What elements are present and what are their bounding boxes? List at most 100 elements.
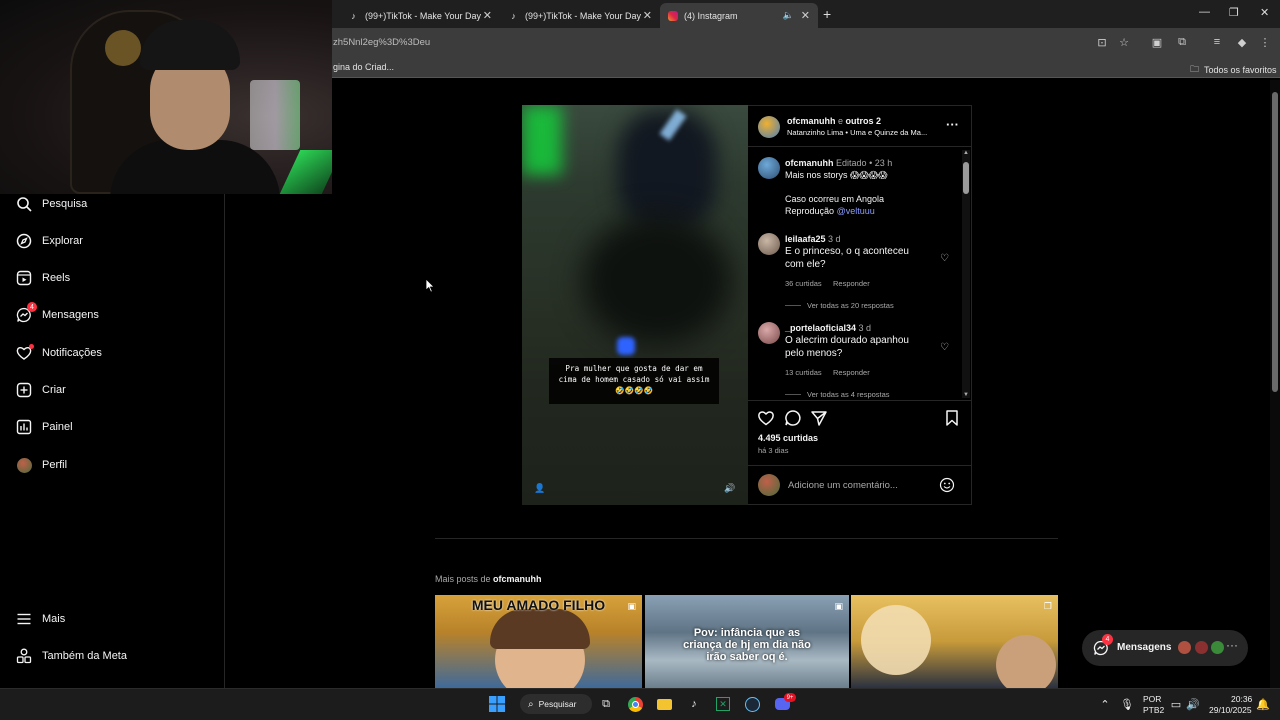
sidebar-item-also-from-meta[interactable]: Também da Meta [16,644,127,668]
likes-count[interactable]: 4.495 curtidas [758,433,818,443]
comment-like-heart-icon[interactable]: ♡ [940,253,949,264]
page-scrollbar[interactable] [1270,80,1280,688]
window-close-icon[interactable]: ✕ [1260,6,1269,19]
restore-icon[interactable]: ❐ [1229,6,1239,19]
excel-icon[interactable]: ✕ [715,696,731,712]
comment-reply-button[interactable]: Responder [833,279,870,288]
close-icon[interactable]: ✕ [801,9,810,22]
tiktok-icon[interactable]: ♪ [686,696,702,712]
messages-floating-button[interactable]: 4 Mensagens ··· [1082,630,1248,666]
more-posts-author[interactable]: ofcmanuhh [493,574,542,584]
more-options-icon[interactable]: ··· [946,117,959,132]
windows-start-icon[interactable] [489,696,505,712]
sidebar-item-messages[interactable]: 4 Mensagens [16,302,99,327]
like-heart-icon[interactable] [757,409,775,427]
more-post-thumbnail[interactable]: ❐ [851,595,1058,688]
close-icon[interactable]: ✕ [643,9,652,22]
media-icon[interactable]: ≡ [1210,35,1224,49]
contact-avatar [1211,641,1224,654]
comments-scrollbar-thumb[interactable] [963,162,969,194]
comment-user[interactable]: _portelaoficial34 [785,323,856,333]
new-tab-icon[interactable]: + [823,6,831,22]
clock-time[interactable]: 20:36 [1231,694,1252,704]
scroll-down-icon[interactable]: ▼ [963,392,969,398]
post-age: há 3 dias [758,446,789,455]
sidebar-item-more[interactable]: Mais [16,607,65,631]
caption-avatar[interactable] [758,157,780,179]
connector-text: e [838,116,844,126]
sidebar-item-reels[interactable]: Reels [16,266,70,290]
sidebar-item-explore[interactable]: Explorar [16,229,83,253]
minimize-icon[interactable]: — [1199,6,1210,18]
webcam-overlay [0,0,332,194]
sidebar-item-dashboard[interactable]: Painel [16,415,73,439]
browser-tab-1[interactable]: ♪ (99+)TikTok - Make Your Day ✕ [340,3,500,28]
view-replies-button[interactable]: Ver todas as 4 respostas [807,390,890,399]
chrome-icon[interactable] [627,696,643,712]
more-post-thumbnail[interactable]: MEU AMADO FILHO ▣ [435,595,642,688]
caption-author[interactable]: ofcmanuhh [785,158,834,168]
volume-icon[interactable]: 🔊 [1185,696,1201,712]
audio-track[interactable]: Natanzinho Lima • Uma e Quinze da Ma... [787,128,927,137]
taskbar-search[interactable]: ⌕ Pesquisar [520,694,592,714]
comment-likes[interactable]: 36 curtidas [785,279,822,288]
keyboard-layout[interactable]: PTB2 [1143,705,1164,715]
chevron-up-icon[interactable]: ⌃ [1097,696,1113,712]
all-bookmarks-label: Todos os favoritos [1204,65,1277,75]
post-video[interactable] [522,105,748,505]
bookmark-item[interactable]: gina do Criad... [333,62,394,72]
page-scrollbar-thumb[interactable] [1272,92,1278,392]
all-bookmarks[interactable]: 🗀 Todos os favoritos [1190,62,1277,78]
scroll-up-icon[interactable]: ▲ [963,150,969,156]
bookmark-save-icon[interactable] [943,409,961,427]
task-view-icon[interactable]: ⧉ [598,696,614,712]
sidebar-item-create[interactable]: Criar [16,378,66,402]
share-send-icon[interactable] [810,409,828,427]
comment-avatar[interactable] [758,322,780,344]
sidebar-item-notifications[interactable]: Notificações [16,341,102,365]
comments-scrollbar[interactable]: ▲ ▼ [962,150,970,398]
sidebar-item-label: Explorar [42,235,83,247]
puzzle-icon[interactable]: ⧉ [1175,35,1189,49]
kebab-menu-icon[interactable]: ⋮ [1258,35,1272,49]
mention-link[interactable]: @veltuuu [837,206,875,216]
microphone-icon[interactable]: 🎙 [1119,696,1135,712]
volume-icon[interactable]: 🔊 [724,482,736,494]
tagged-user-icon[interactable]: 👤 [534,482,546,494]
clock-date[interactable]: 29/10/2025 [1209,705,1252,715]
extension-icon[interactable]: ▣ [1150,35,1164,49]
profile-icon[interactable]: ◆ [1235,35,1249,49]
comment-like-heart-icon[interactable]: ♡ [940,342,949,353]
network-icon[interactable]: ▭ [1168,696,1184,712]
address-bar[interactable]: zh5Nnl2eg%3D%3Deu [333,37,430,48]
more-post-thumbnail[interactable]: Pov: infância que as criança de hj em di… [645,595,849,688]
comment-user[interactable]: leilaafa25 [785,234,826,244]
install-icon[interactable]: ⊡ [1095,35,1109,49]
browser-tab-2[interactable]: ♪ (99+)TikTok - Make Your Day ✕ [500,3,660,28]
sidebar-item-search[interactable]: Pesquisa [16,192,87,216]
thumbnail-title: MEU AMADO FILHO [471,597,606,613]
others-link[interactable]: outros 2 [846,116,882,126]
sidebar-item-profile[interactable]: Perfil [16,453,67,477]
star-icon[interactable]: ☆ [1117,35,1131,49]
view-replies-button[interactable]: Ver todas as 20 respostas [807,301,894,310]
browser-tab-3[interactable]: (4) Instagram 🔈 ✕ [660,3,818,28]
comment-text-line: pelo menos? [785,348,843,359]
header-avatar[interactable] [758,116,780,138]
comment-likes[interactable]: 13 curtidas [785,368,822,377]
messenger-icon: 4 [16,302,37,323]
notification-center-icon[interactable]: 🔔 [1255,696,1271,712]
comment-reply-button[interactable]: Responder [833,368,870,377]
close-icon[interactable]: ✕ [483,9,492,22]
video-caption-overlay: Pra mulher que gosta de dar em cima de h… [549,358,719,404]
author-link[interactable]: ofcmanuhh [787,116,836,126]
comment-bubble-icon[interactable] [784,409,802,427]
file-explorer-icon[interactable] [656,696,672,712]
steam-icon[interactable] [744,696,760,712]
speaker-icon[interactable]: 🔈 [783,10,794,21]
meta-apps-icon [16,648,32,664]
comment-avatar[interactable] [758,233,780,255]
comment-input[interactable]: Adicione um comentário... [788,480,898,491]
input-language[interactable]: POR [1143,694,1161,704]
emoji-icon[interactable] [939,477,955,493]
